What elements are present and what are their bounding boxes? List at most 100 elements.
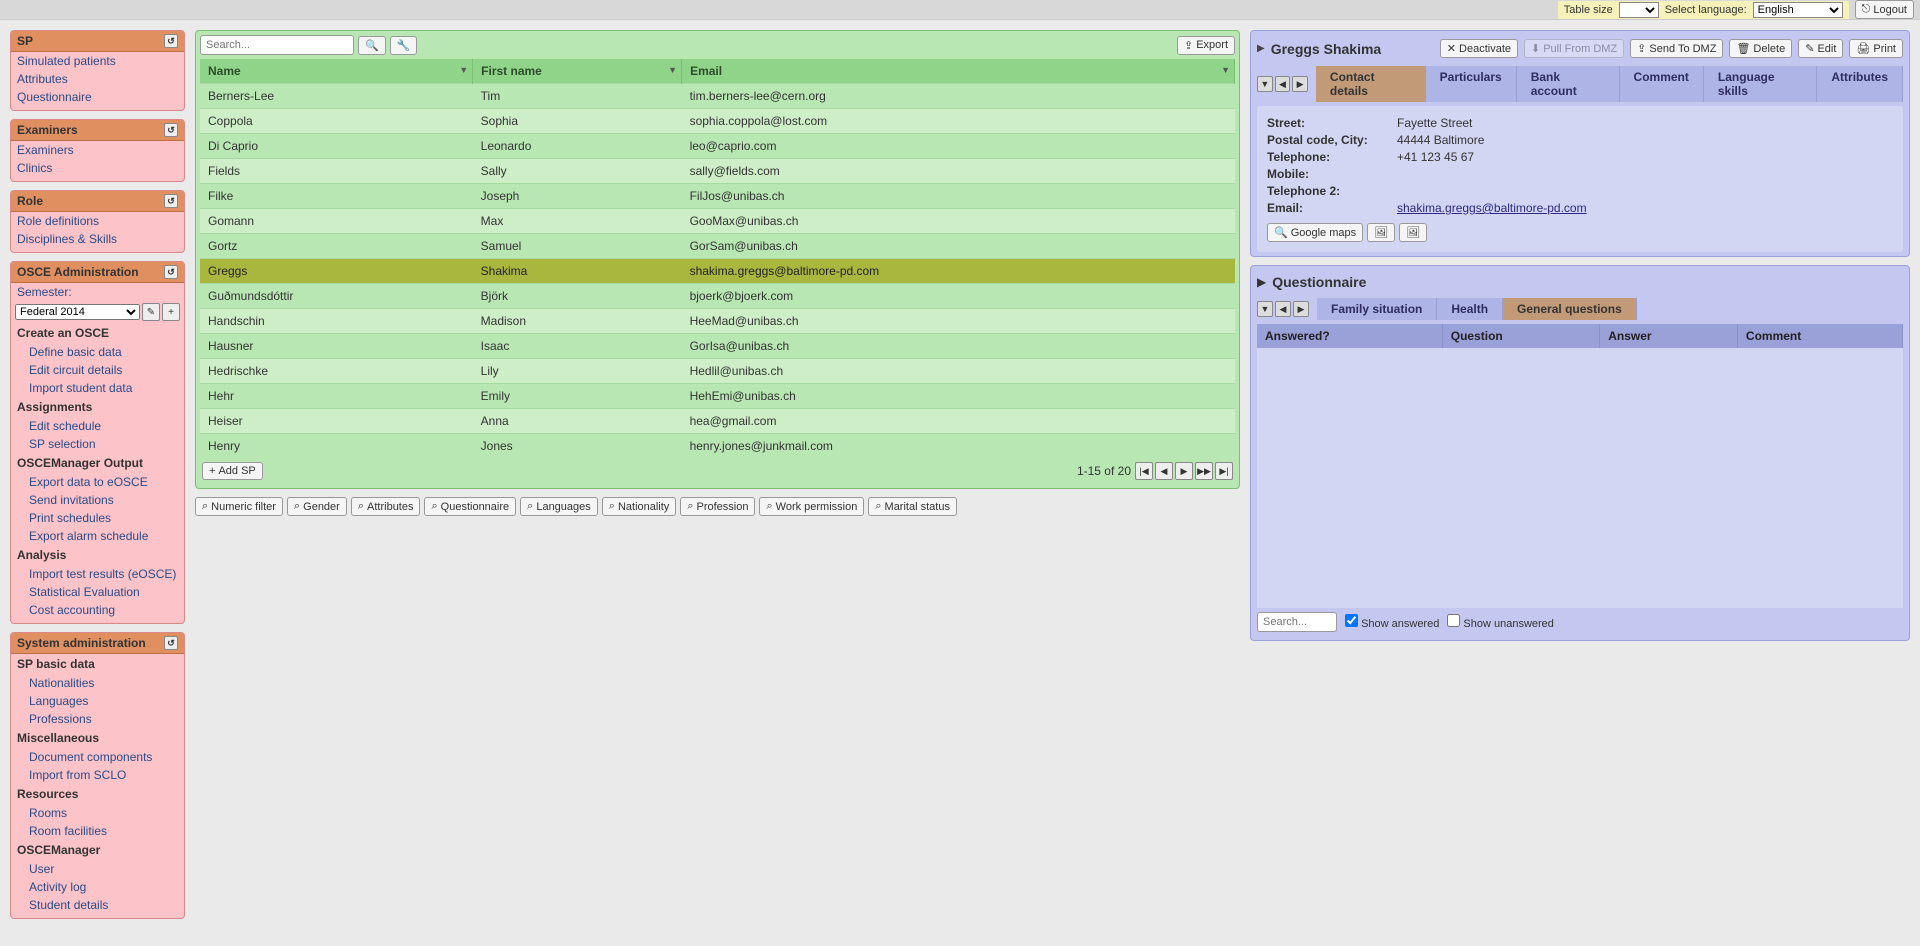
export-button[interactable]: ⇪ Export (1177, 36, 1235, 55)
filter-button[interactable]: ⌕ Numeric filter (195, 497, 283, 516)
sidebar-item[interactable]: Room facilities (11, 822, 184, 840)
table-row[interactable]: HausnerIsaacGorIsa@unibas.ch (200, 334, 1235, 359)
pager-prev[interactable]: ◀ (1155, 462, 1173, 480)
sidebar-item[interactable]: User (11, 860, 184, 878)
sidebar-item[interactable]: Rooms (11, 804, 184, 822)
filter-button[interactable]: ⌕ Questionnaire (424, 497, 516, 516)
table-row[interactable]: Berners-LeeTimtim.berners-lee@cern.org (200, 84, 1235, 109)
tab-comment[interactable]: Comment (1620, 66, 1704, 102)
table-row[interactable]: HenryJoneshenry.jones@junkmail.com (200, 434, 1235, 459)
sidebar-item[interactable]: Languages (11, 692, 184, 710)
sidebar-item[interactable]: Document components (11, 748, 184, 766)
image-button-2[interactable]: 🖼 (1399, 223, 1427, 242)
add-sp-button[interactable]: + Add SP (202, 462, 263, 480)
send-to-dmz-button[interactable]: ⇪Send To DMZ (1630, 39, 1723, 58)
qcol-answer[interactable]: Answer (1600, 324, 1738, 348)
table-row[interactable]: HedrischkeLilyHedlil@unibas.ch (200, 359, 1235, 384)
qcol-question[interactable]: Question (1442, 324, 1599, 348)
filter-button[interactable]: ⌕ Languages (520, 497, 598, 516)
sidebar-item[interactable]: Attributes (11, 70, 184, 88)
sidebar-item[interactable]: Import student data (11, 379, 184, 397)
search-button[interactable]: 🔍 (358, 36, 386, 55)
sidebar-item[interactable]: Edit schedule (11, 417, 184, 435)
sidebar-item[interactable]: Questionnaire (11, 88, 184, 106)
filter-button[interactable]: ⌕ Attributes (351, 497, 421, 516)
tab-prev[interactable]: ◀ (1275, 76, 1291, 92)
refresh-icon[interactable]: ↺ (164, 34, 178, 48)
search-settings-button[interactable]: 🔧 (390, 36, 418, 55)
sidebar-item[interactable]: Export data to eOSCE (11, 473, 184, 491)
tab-bank-account[interactable]: Bank account (1517, 66, 1620, 102)
edit-semester-icon[interactable]: ✎ (142, 303, 160, 321)
qtab-family-situation[interactable]: Family situation (1317, 298, 1437, 320)
table-row[interactable]: GreggsShakimashakima.greggs@baltimore-pd… (200, 259, 1235, 284)
refresh-icon[interactable]: ↺ (164, 636, 178, 650)
sidebar-item[interactable]: Export alarm schedule (11, 527, 184, 545)
filter-button[interactable]: ⌕ Gender (287, 497, 347, 516)
pager-next2[interactable]: ▶▶ (1195, 462, 1213, 480)
sidebar-item[interactable]: Role definitions (11, 212, 184, 230)
print-button[interactable]: 🖨Print (1849, 39, 1903, 58)
pager-last[interactable]: ▶| (1215, 462, 1233, 480)
col-email[interactable]: Email▼ (682, 59, 1235, 84)
tab-next[interactable]: ▶ (1292, 76, 1308, 92)
sidebar-item[interactable]: Import test results (eOSCE) (11, 565, 184, 583)
language-select[interactable]: English (1753, 2, 1843, 18)
tab-language-skills[interactable]: Language skills (1704, 66, 1817, 102)
qtab-prev[interactable]: ◀ (1275, 301, 1291, 317)
pager-first[interactable]: |◀ (1135, 462, 1153, 480)
disclosure-icon[interactable]: ▶ (1257, 275, 1266, 289)
filter-button[interactable]: ⌕ Nationality (602, 497, 677, 516)
qtab-dropdown[interactable]: ▼ (1257, 301, 1273, 317)
filter-button[interactable]: ⌕ Profession (680, 497, 755, 516)
qtab-next[interactable]: ▶ (1293, 301, 1309, 317)
refresh-icon[interactable]: ↺ (164, 194, 178, 208)
table-row[interactable]: GortzSamuelGorSam@unibas.ch (200, 234, 1235, 259)
table-row[interactable]: HeiserAnnahea@gmail.com (200, 409, 1235, 434)
delete-button[interactable]: 🗑Delete (1729, 39, 1792, 58)
add-semester-icon[interactable]: + (162, 303, 180, 321)
table-row[interactable]: Di CaprioLeonardoleo@caprio.com (200, 134, 1235, 159)
google-maps-button[interactable]: 🔍Google maps (1267, 223, 1363, 242)
sidebar-item[interactable]: Define basic data (11, 343, 184, 361)
sidebar-item[interactable]: Activity log (11, 878, 184, 896)
table-row[interactable]: HehrEmilyHehEmi@unibas.ch (200, 384, 1235, 409)
sidebar-item[interactable]: Clinics (11, 159, 184, 177)
sidebar-item[interactable]: Statistical Evaluation (11, 583, 184, 601)
col-first[interactable]: First name▼ (473, 59, 682, 84)
pull-from-dmz-button[interactable]: ⬇Pull From DMZ (1524, 39, 1624, 58)
table-size-select[interactable] (1619, 2, 1659, 18)
image-button-1[interactable]: 🖼 (1367, 223, 1395, 242)
sidebar-item[interactable]: SP selection (11, 435, 184, 453)
table-row[interactable]: GomannMaxGooMax@unibas.ch (200, 209, 1235, 234)
show-unanswered-toggle[interactable]: Show unanswered (1447, 614, 1554, 630)
filter-button[interactable]: ⌕ Work permission (759, 497, 864, 516)
sidebar-item[interactable]: Student details (11, 896, 184, 914)
email-link[interactable]: shakima.greggs@baltimore-pd.com (1397, 201, 1587, 215)
sidebar-item[interactable]: Examiners (11, 141, 184, 159)
col-name[interactable]: Name▼ (200, 59, 473, 84)
refresh-icon[interactable]: ↺ (164, 265, 178, 279)
sidebar-item[interactable]: Disciplines & Skills (11, 230, 184, 248)
table-row[interactable]: FieldsSallysally@fields.com (200, 159, 1235, 184)
filter-button[interactable]: ⌕ Marital status (868, 497, 957, 516)
table-row[interactable]: HandschinMadisonHeeMad@unibas.ch (200, 309, 1235, 334)
sidebar-item[interactable]: Professions (11, 710, 184, 728)
sidebar-item[interactable]: Nationalities (11, 674, 184, 692)
table-row[interactable]: GuðmundsdóttirBjörkbjoerk@bjoerk.com (200, 284, 1235, 309)
tab-attributes[interactable]: Attributes (1817, 66, 1903, 102)
sidebar-item[interactable]: Edit circuit details (11, 361, 184, 379)
deactivate-button[interactable]: ✕Deactivate (1440, 39, 1518, 58)
sidebar-item[interactable]: Cost accounting (11, 601, 184, 619)
edit-button[interactable]: ✎Edit (1798, 39, 1843, 58)
q-search-input[interactable] (1257, 612, 1337, 632)
tab-particulars[interactable]: Particulars (1426, 66, 1517, 102)
logout-button[interactable]: ⎋ Logout (1855, 0, 1914, 19)
tab-dropdown[interactable]: ▼ (1257, 76, 1273, 92)
show-answered-toggle[interactable]: Show answered (1345, 614, 1439, 630)
sidebar-item[interactable]: Simulated patients (11, 52, 184, 70)
qcol-answered[interactable]: Answered? (1257, 324, 1442, 348)
qtab-general-questions[interactable]: General questions (1503, 298, 1637, 320)
disclosure-icon[interactable]: ▶ (1257, 43, 1265, 54)
refresh-icon[interactable]: ↺ (164, 123, 178, 137)
